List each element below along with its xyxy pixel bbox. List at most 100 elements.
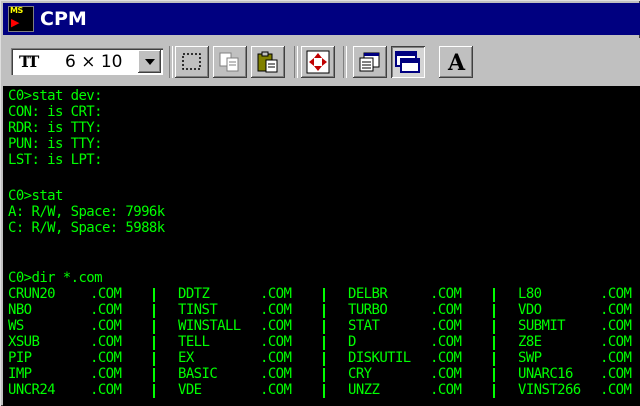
file-name: VINST266 xyxy=(518,382,581,398)
column-separator xyxy=(153,368,155,382)
column-separator xyxy=(323,320,325,334)
toolbar: TT 6 × 10 A xyxy=(3,38,640,86)
file-name: STAT xyxy=(348,318,380,334)
file-name: DELBR xyxy=(348,286,388,302)
file-extension: .COM xyxy=(90,382,122,398)
file-extension: .COM xyxy=(600,302,632,318)
file-name: Z8E xyxy=(518,334,542,350)
column-separator xyxy=(153,384,155,398)
file-name: VDO xyxy=(518,302,542,318)
file-extension: .COM xyxy=(430,318,462,334)
file-extension: .COM xyxy=(260,318,292,334)
file-extension: .COM xyxy=(90,366,122,382)
file-name: VDE xyxy=(178,382,202,398)
file-extension: .COM xyxy=(90,350,122,366)
title-bar[interactable]: MS ▶ CPM xyxy=(3,3,640,35)
font-size-value: 6 × 10 xyxy=(65,51,123,72)
file-extension: .COM xyxy=(260,286,292,302)
file-extension: .COM xyxy=(430,286,462,302)
column-separator xyxy=(323,304,325,318)
column-separator xyxy=(493,352,495,366)
copy-button[interactable] xyxy=(213,46,247,78)
console-line: CON: is CRT: xyxy=(8,104,103,120)
column-separator xyxy=(493,304,495,318)
font-size-dropdown-button[interactable] xyxy=(138,50,161,73)
file-extension: .COM xyxy=(600,366,632,382)
mark-icon xyxy=(182,53,201,70)
file-name: IMP xyxy=(8,366,32,382)
file-name: BASIC xyxy=(178,366,218,382)
console-line: PUN: is TTY: xyxy=(8,136,103,152)
file-extension: .COM xyxy=(260,366,292,382)
column-separator xyxy=(493,288,495,302)
file-name: SUBMIT xyxy=(518,318,566,334)
svg-text:A: A xyxy=(447,50,466,74)
file-extension: .COM xyxy=(90,302,122,318)
background-button[interactable] xyxy=(391,46,425,78)
file-name: UNCR24 xyxy=(8,382,56,398)
column-separator xyxy=(493,320,495,334)
chevron-down-icon xyxy=(144,58,155,65)
file-name: DDTZ xyxy=(178,286,210,302)
file-extension: .COM xyxy=(260,382,292,398)
file-extension: .COM xyxy=(430,350,462,366)
properties-icon xyxy=(359,52,380,72)
font-size-select[interactable]: TT 6 × 10 xyxy=(11,48,163,75)
console-line: C0>dir *.com xyxy=(8,270,103,286)
file-name: PIP xyxy=(8,350,32,366)
column-separator xyxy=(323,368,325,382)
file-extension: .COM xyxy=(90,286,122,302)
toolbar-separator xyxy=(294,46,298,78)
file-name: WINSTALL xyxy=(178,318,241,334)
file-extension: .COM xyxy=(600,350,632,366)
file-extension: .COM xyxy=(90,334,122,350)
file-name: TELL xyxy=(178,334,210,350)
file-extension: .COM xyxy=(430,382,462,398)
file-name: NBO xyxy=(8,302,32,318)
column-separator xyxy=(153,288,155,302)
column-separator xyxy=(493,384,495,398)
column-separator xyxy=(323,288,325,302)
font-button[interactable]: A xyxy=(439,46,473,78)
column-separator xyxy=(323,336,325,350)
window-title: CPM xyxy=(40,8,87,30)
column-separator xyxy=(323,384,325,398)
msdos-app-icon[interactable]: MS ▶ xyxy=(8,6,34,32)
column-separator xyxy=(153,336,155,350)
file-name: CRY xyxy=(348,366,372,382)
file-extension: .COM xyxy=(260,302,292,318)
file-extension: .COM xyxy=(600,318,632,334)
background-icon xyxy=(395,51,420,73)
file-name: CRUN20 xyxy=(8,286,56,302)
toolbar-separator xyxy=(343,46,347,78)
console-output[interactable]: C0>stat dev: CON: is CRT: RDR: is TTY: P… xyxy=(3,86,640,406)
file-extension: .COM xyxy=(430,366,462,382)
file-extension: .COM xyxy=(260,334,292,350)
file-name: TURBO xyxy=(348,302,388,318)
file-name: XSUB xyxy=(8,334,40,350)
console-line: C0>stat xyxy=(8,188,63,204)
column-separator xyxy=(153,304,155,318)
column-separator xyxy=(493,368,495,382)
file-name: TINST xyxy=(178,302,218,318)
file-name: WS xyxy=(8,318,24,334)
paste-icon xyxy=(257,51,278,73)
fullscreen-button[interactable] xyxy=(301,46,335,78)
paste-button[interactable] xyxy=(251,46,285,78)
file-extension: .COM xyxy=(600,334,632,350)
font-icon: A xyxy=(447,50,466,74)
file-extension: .COM xyxy=(90,318,122,334)
file-extension: .COM xyxy=(430,334,462,350)
column-separator xyxy=(493,336,495,350)
file-name: L80 xyxy=(518,286,542,302)
fullscreen-icon xyxy=(306,50,330,74)
column-separator xyxy=(153,320,155,334)
file-extension: .COM xyxy=(600,382,632,398)
console-line: RDR: is TTY: xyxy=(8,120,103,136)
console-window: MS ▶ CPM TT 6 × 10 A C0>stat dev: CON: i… xyxy=(0,0,640,406)
mark-button[interactable] xyxy=(175,46,209,78)
file-name: SWP xyxy=(518,350,542,366)
file-extension: .COM xyxy=(260,350,292,366)
properties-button[interactable] xyxy=(353,46,387,78)
file-name: UNARC16 xyxy=(518,366,573,382)
